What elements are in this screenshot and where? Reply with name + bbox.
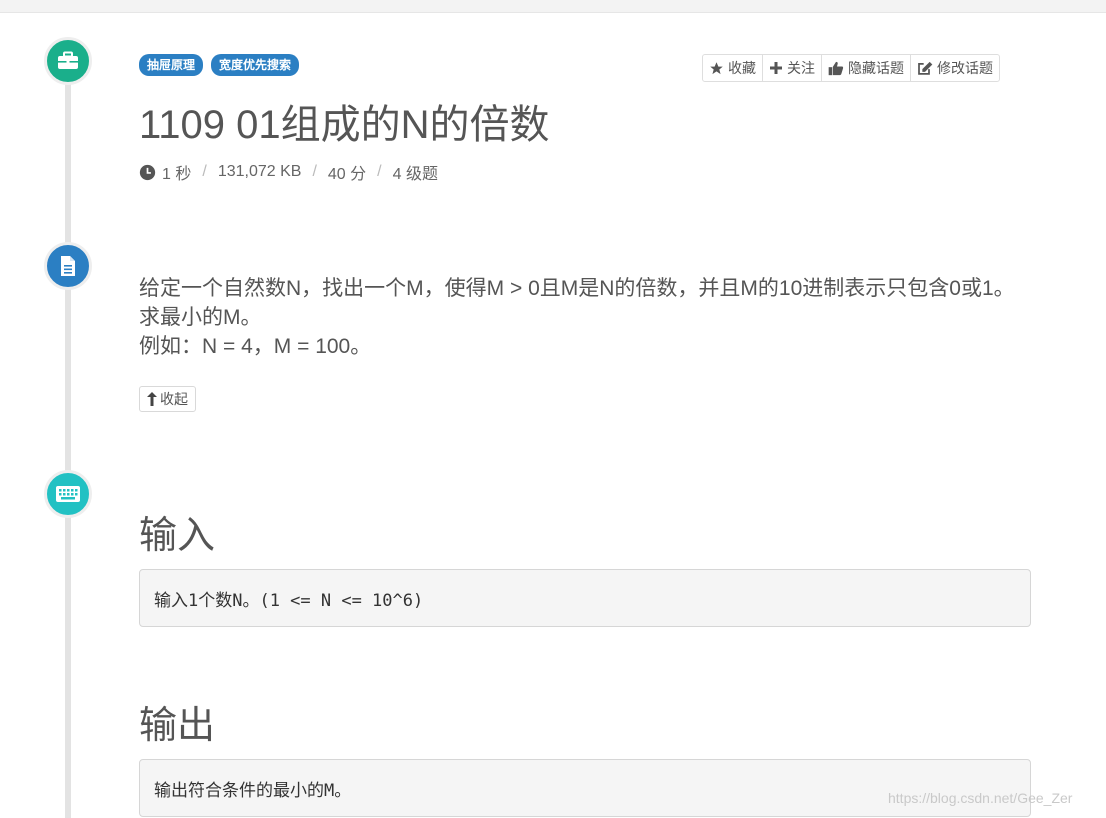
timeline-briefcase-icon [44,37,92,85]
favorite-button[interactable]: 收藏 [703,55,763,81]
input-spec-text: 输入1个数N。(1 <= N <= 10^6) [154,590,424,611]
difficulty-level: 4 级题 [392,166,438,183]
input-heading: 输入 [139,515,216,557]
follow-button[interactable]: 关注 [763,55,822,81]
timeline-document-icon [44,242,92,290]
hide-topic-label: 隐藏话题 [848,60,904,76]
star-icon [710,61,723,74]
watermark: https://blog.csdn.net/Gee_Zer [888,790,1073,806]
output-spec-box: 输出符合条件的最小的M。 [139,759,1031,817]
description-line-1: 给定一个自然数N，找出一个M，使得M > 0且M是N的倍数，并且M的10进制表示… [139,277,1015,329]
collapse-button[interactable]: 收起 [139,386,196,412]
arrow-up-icon [147,392,157,406]
collapse-label: 收起 [160,391,188,407]
timeline-keyboard-icon [44,470,92,518]
meta-separator: / [202,163,207,180]
favorite-label: 收藏 [728,60,756,76]
input-spec-box: 输入1个数N。(1 <= N <= 10^6) [139,569,1031,627]
edit-topic-label: 修改话题 [937,60,993,76]
edit-topic-button[interactable]: 修改话题 [911,55,999,81]
clock-icon [139,164,156,180]
tag-bfs[interactable]: 宽度优先搜索 [211,54,300,76]
description-line-2: 例如：N = 4，M = 100。 [139,335,372,358]
meta-separator: / [312,163,317,180]
keyboard-icon [56,486,80,502]
tag-list: 抽屉原理 宽度优先搜索 [139,54,300,76]
follow-label: 关注 [787,60,815,76]
document-icon [61,256,75,276]
time-limit: 1 秒 [162,166,192,183]
plus-icon [770,62,782,74]
memory-limit: 131,072 KB [217,163,302,180]
hide-topic-button[interactable]: 隐藏话题 [822,55,911,81]
thumbs-up-icon [828,61,844,75]
meta-separator: / [377,163,382,180]
problem-meta: 1 秒 / 131,072 KB / 40 分 / 4 级题 [139,161,438,183]
output-spec-text: 输出符合条件的最小的M。 [154,780,352,801]
top-strip [0,0,1106,13]
problem-description: 给定一个自然数N，找出一个M，使得M > 0且M是N的倍数，并且M的10进制表示… [139,274,1029,361]
briefcase-icon [58,51,78,69]
tag-pigeonhole[interactable]: 抽屉原理 [139,54,204,76]
timeline-line [65,60,71,818]
score: 40 分 [327,166,367,183]
action-button-group: 收藏 关注 隐藏话题 修改话题 [702,54,1000,82]
output-heading: 输出 [139,705,216,747]
problem-title: 1109 01组成的N的倍数 [139,103,550,147]
edit-icon [918,61,933,75]
